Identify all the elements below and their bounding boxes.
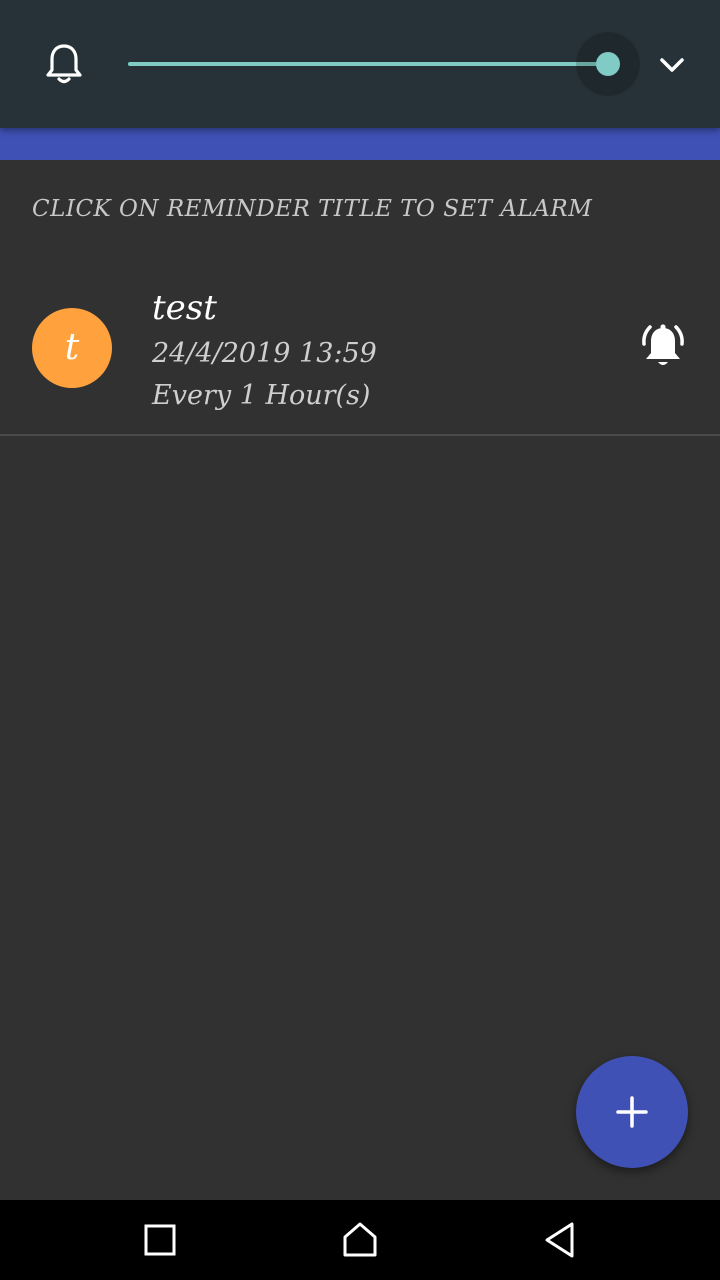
system-nav-bar — [0, 1200, 720, 1280]
chevron-down-icon[interactable] — [656, 52, 688, 80]
triangle-back-icon[interactable] — [538, 1218, 582, 1262]
avatar: t — [32, 308, 112, 388]
app-bar — [0, 128, 720, 160]
square-recents-icon[interactable] — [138, 1218, 182, 1262]
home-icon[interactable] — [338, 1218, 382, 1262]
reminder-datetime: 24/4/2019 13:59 — [152, 338, 377, 369]
instruction-text: CLICK ON REMINDER TITLE TO SET ALARM — [32, 196, 593, 222]
reminder-title[interactable]: test — [152, 288, 217, 328]
list-item[interactable]: t test 24/4/2019 13:59 Every 1 Hour(s) — [0, 272, 720, 436]
alarm-ringing-icon[interactable] — [636, 322, 690, 372]
add-reminder-button[interactable] — [576, 1056, 688, 1168]
plus-icon — [616, 1096, 648, 1128]
notification-panel — [0, 0, 720, 128]
bell-outline-icon[interactable] — [44, 42, 84, 86]
volume-slider-thumb[interactable] — [596, 52, 620, 76]
volume-slider-track[interactable] — [128, 62, 608, 66]
reminder-repeat: Every 1 Hour(s) — [152, 380, 371, 411]
